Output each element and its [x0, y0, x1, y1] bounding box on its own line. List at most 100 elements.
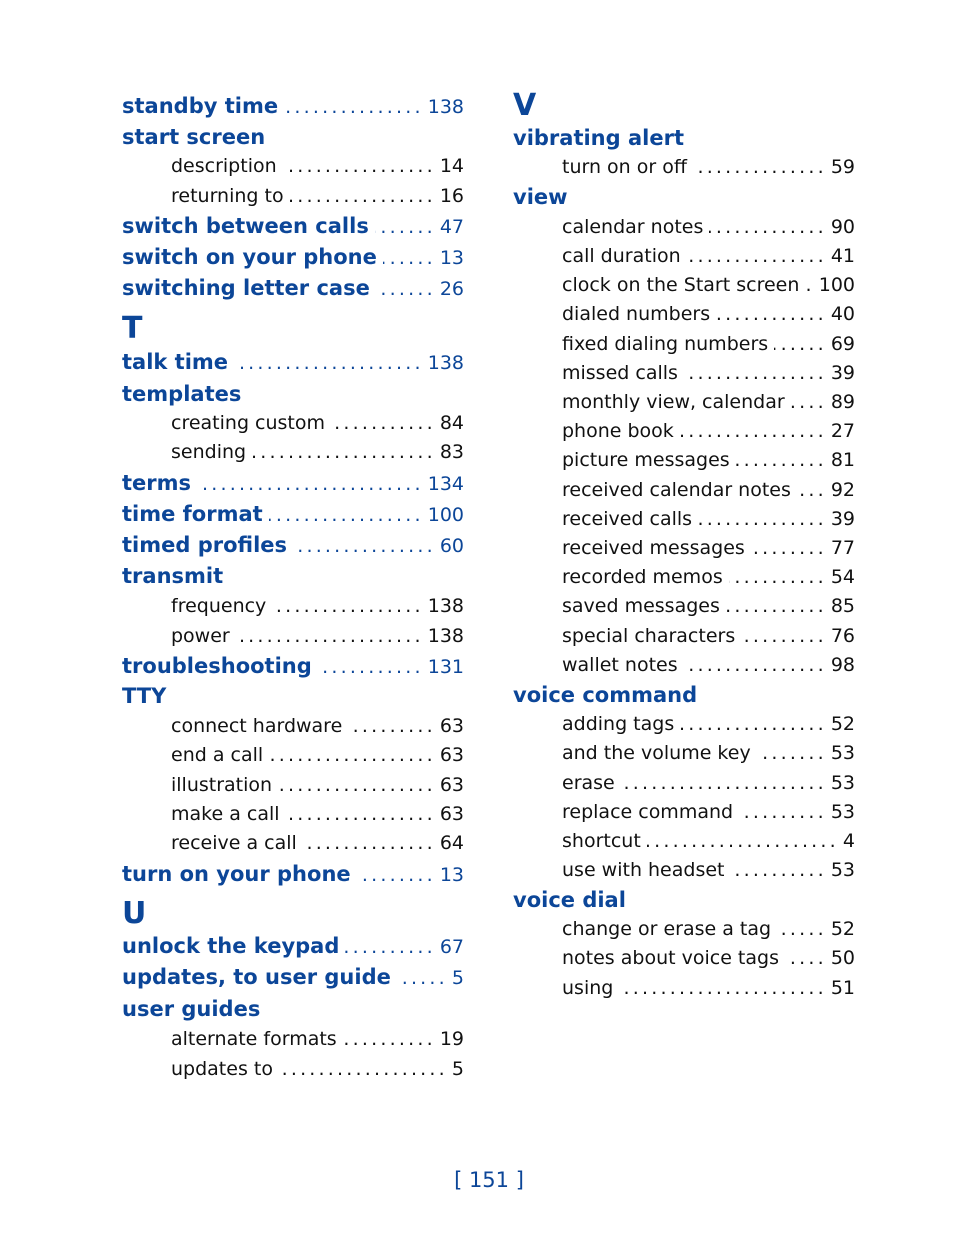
entry-label: terms — [122, 471, 192, 495]
dot-leader: ........................................… — [751, 537, 827, 559]
entry-label: change or erase a tag — [562, 918, 772, 940]
dot-leader: ........................................… — [647, 830, 839, 852]
dot-leader: ........................................… — [278, 774, 436, 796]
entry-label: using — [562, 977, 614, 999]
entry-page-number: 63 — [439, 744, 464, 766]
entry-label: troubleshooting — [122, 654, 312, 678]
entry-label: turn on or off — [562, 156, 687, 178]
entry-page-number: 92 — [830, 479, 855, 501]
dot-leader: ........................................… — [284, 96, 424, 118]
dot-leader: ........................................… — [293, 535, 436, 557]
entry-page-number: 13 — [439, 864, 464, 886]
entry-page-number: 53 — [830, 859, 855, 881]
index-subentry: phone book..............................… — [562, 416, 855, 446]
dot-leader: ........................................… — [739, 801, 827, 823]
entry-label: fixed dialing numbers — [562, 333, 769, 355]
entry-label: switch between calls — [122, 214, 369, 238]
entry-label: phone book — [562, 420, 674, 442]
entry-label: user guides — [122, 997, 261, 1021]
entry-page-number: 27 — [830, 420, 855, 442]
index-subentry: picture messages........................… — [562, 445, 855, 475]
entry-page-number: 100 — [427, 504, 464, 526]
dot-leader: ........................................… — [728, 566, 827, 588]
entry-label: templates — [122, 382, 242, 406]
index-entry: standby time............................… — [122, 91, 464, 121]
entry-page-number: 26 — [439, 278, 464, 300]
entry-page-number: 81 — [830, 449, 855, 471]
entry-page-number: 39 — [830, 508, 855, 530]
entry-label: alternate formats — [171, 1028, 337, 1050]
index-subentry: make a call.............................… — [171, 799, 464, 829]
index-letter-heading: T — [122, 314, 464, 344]
dot-leader: ........................................… — [741, 625, 827, 647]
entry-label: call duration — [562, 245, 681, 267]
entry-page-number: 64 — [439, 832, 464, 854]
index-subentry: call duration...........................… — [562, 241, 855, 271]
dot-leader: ........................................… — [318, 656, 424, 678]
index-entry: view — [513, 182, 855, 212]
index-subentry: calendar notes..........................… — [562, 212, 855, 242]
entry-label: talk time — [122, 350, 229, 374]
index-subentry: change or erase a tag...................… — [562, 914, 855, 944]
index-entry: voice dial — [513, 885, 855, 915]
index-entry: updates, to user guide..................… — [122, 962, 464, 992]
entry-page-number: 138 — [427, 625, 464, 647]
entry-label: end a call — [171, 744, 264, 766]
index-subentry: replace command.........................… — [562, 797, 855, 827]
index-subentry: clock on the Start screen...............… — [562, 270, 855, 300]
dot-leader: ........................................… — [348, 715, 436, 737]
entry-page-number: 77 — [830, 537, 855, 559]
index-subentry: monthly view, calendar..................… — [562, 387, 855, 417]
entry-label: picture messages — [562, 449, 730, 471]
entry-page-number: 60 — [439, 535, 464, 557]
index-subentry: receive a call..........................… — [171, 828, 464, 858]
dot-leader: ........................................… — [357, 864, 436, 886]
index-entry: timed profiles..........................… — [122, 530, 464, 560]
dot-leader: ........................................… — [331, 412, 436, 434]
dot-leader: ........................................… — [709, 216, 827, 238]
entry-label: received messages — [562, 537, 745, 559]
entry-page-number: 40 — [830, 303, 855, 325]
entry-page-number: 138 — [427, 96, 464, 118]
entry-label: monthly view, calendar — [562, 391, 785, 413]
dot-leader: ........................................… — [692, 156, 827, 178]
dot-leader: ........................................… — [234, 352, 424, 374]
index-subentry: creating custom.........................… — [171, 408, 464, 438]
entry-label: connect hardware — [171, 715, 343, 737]
entry-label: V — [513, 88, 537, 123]
index-subentry: dialed numbers..........................… — [562, 299, 855, 329]
entry-label: creating custom — [171, 412, 326, 434]
entry-label: adding tags — [562, 713, 675, 735]
entry-label: updates, to user guide — [122, 965, 391, 989]
index-subentry: alternate formats.......................… — [171, 1024, 464, 1054]
dot-leader: ........................................… — [252, 441, 436, 463]
dot-leader: ........................................… — [736, 449, 827, 471]
entry-label: transmit — [122, 564, 224, 588]
entry-page-number: 51 — [830, 977, 855, 999]
index-entry: turn on your phone......................… — [122, 859, 464, 889]
index-subentry: description.............................… — [171, 151, 464, 181]
dot-leader: ........................................… — [679, 420, 827, 442]
entry-label: timed profiles — [122, 533, 288, 557]
dot-leader: ........................................… — [684, 654, 827, 676]
entry-label: dialed numbers — [562, 303, 711, 325]
entry-page-number: 84 — [439, 412, 464, 434]
dot-leader: ........................................… — [343, 1028, 436, 1050]
entry-label: voice dial — [513, 888, 626, 912]
dot-leader: ........................................… — [757, 742, 827, 764]
entry-page-number: 14 — [439, 155, 464, 177]
entry-label: wallet notes — [562, 654, 678, 676]
index-subentry: use with headset........................… — [562, 855, 855, 885]
index-subentry: erase...................................… — [562, 768, 855, 798]
index-entry: TTY — [122, 681, 464, 711]
entry-page-number: 52 — [830, 918, 855, 940]
dot-leader: ........................................… — [725, 595, 827, 617]
entry-label: replace command — [562, 801, 734, 823]
entry-page-number: 63 — [439, 774, 464, 796]
dot-leader: ........................................… — [236, 625, 424, 647]
dot-leader: ........................................… — [397, 967, 448, 989]
index-subentry: shortcut................................… — [562, 826, 855, 856]
entry-page-number: 134 — [427, 473, 464, 495]
index-subentry: recorded memos..........................… — [562, 562, 855, 592]
entry-label: description — [171, 155, 277, 177]
